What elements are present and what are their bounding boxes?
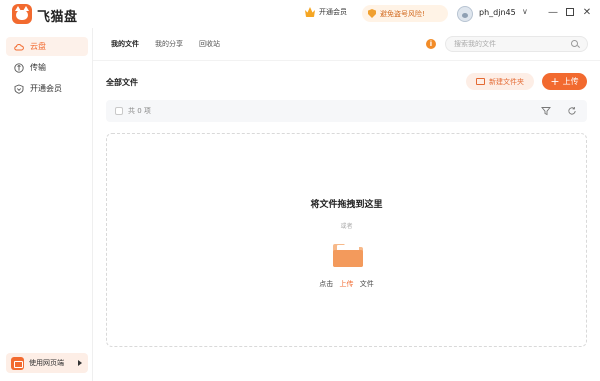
folder-illustration-icon — [333, 244, 363, 267]
maximize-button[interactable] — [563, 5, 577, 21]
upload-button[interactable]: + 上传 — [542, 73, 587, 90]
item-count: 共 0 项 — [128, 107, 151, 115]
username[interactable]: ph_djn45 — [479, 8, 516, 17]
sidebar: 云盘 传输 开通会员 使用网页端 — [0, 28, 93, 381]
chevron-down-icon[interactable]: ∨ — [522, 7, 528, 16]
cloud-icon — [14, 43, 24, 50]
plus-icon: + — [550, 75, 560, 88]
web-icon — [11, 356, 24, 370]
sidebar-item-cloud[interactable]: 云盘 — [6, 37, 88, 56]
vip-shield-icon — [14, 84, 24, 94]
dropzone-upload-link[interactable]: 上传 — [340, 280, 354, 288]
minimize-button[interactable]: — — [546, 5, 560, 21]
sidebar-item-label: 传输 — [30, 63, 46, 72]
crown-icon — [305, 7, 315, 17]
page-title: 全部文件 — [106, 78, 138, 87]
tab-recycle-bin[interactable]: 回收站 — [199, 39, 220, 49]
avatar[interactable] — [457, 6, 473, 22]
filter-icon[interactable] — [541, 106, 551, 116]
web-version-label: 使用网页端 — [29, 359, 64, 367]
upload-label: 上传 — [562, 77, 579, 86]
open-vip-button[interactable]: 开通会员 — [305, 7, 347, 17]
tab-my-files[interactable]: 我的文件 — [111, 39, 139, 49]
sidebar-item-label: 开通会员 — [30, 84, 62, 93]
search-box — [445, 36, 588, 52]
app-name: 飞猫盘 — [37, 10, 78, 25]
open-vip-label: 开通会员 — [319, 8, 347, 16]
dropzone-click-text: 点击 — [319, 280, 334, 288]
upload-dropzone[interactable]: 将文件拖拽到这里 或者 点击 上传 文件 — [106, 133, 587, 347]
sidebar-item-vip[interactable]: 开通会员 — [6, 79, 88, 98]
file-list-header: 共 0 项 — [106, 100, 587, 122]
security-notice-text: 避免盗号风险! — [380, 9, 425, 18]
transfer-icon — [14, 62, 24, 73]
new-folder-label: 新建文件夹 — [489, 77, 524, 86]
sidebar-item-transfer[interactable]: 传输 — [6, 58, 88, 77]
new-folder-button[interactable]: 新建文件夹 — [466, 73, 534, 90]
app-logo-icon — [12, 4, 32, 24]
tab-my-shares[interactable]: 我的分享 — [155, 39, 183, 49]
sidebar-item-label: 云盘 — [30, 42, 46, 51]
dropzone-or: 或者 — [340, 223, 353, 230]
title-bar: 飞猫盘 开通会员 避免盗号风险! ph_djn45 ∨ — ✕ — [0, 0, 600, 28]
play-arrow-icon — [78, 360, 82, 366]
shield-icon — [368, 9, 376, 18]
select-all-checkbox[interactable] — [115, 107, 123, 115]
info-icon[interactable]: i — [426, 39, 436, 49]
header-divider — [93, 60, 600, 61]
account-security-notice[interactable]: 避免盗号风险! — [362, 5, 448, 22]
dropzone-cta: 点击 上传 文件 — [107, 279, 586, 289]
dropzone-file-text: 文件 — [359, 280, 374, 288]
folder-plus-icon — [476, 78, 485, 85]
search-input[interactable] — [454, 40, 564, 48]
refresh-icon[interactable] — [567, 106, 577, 116]
close-button[interactable]: ✕ — [580, 5, 594, 21]
maximize-icon — [566, 8, 574, 16]
dropzone-title: 将文件拖拽到这里 — [310, 200, 383, 210]
search-icon[interactable] — [571, 40, 578, 47]
file-tabs: 我的文件 我的分享 回收站 — [111, 39, 220, 49]
web-version-button[interactable]: 使用网页端 — [6, 353, 88, 373]
